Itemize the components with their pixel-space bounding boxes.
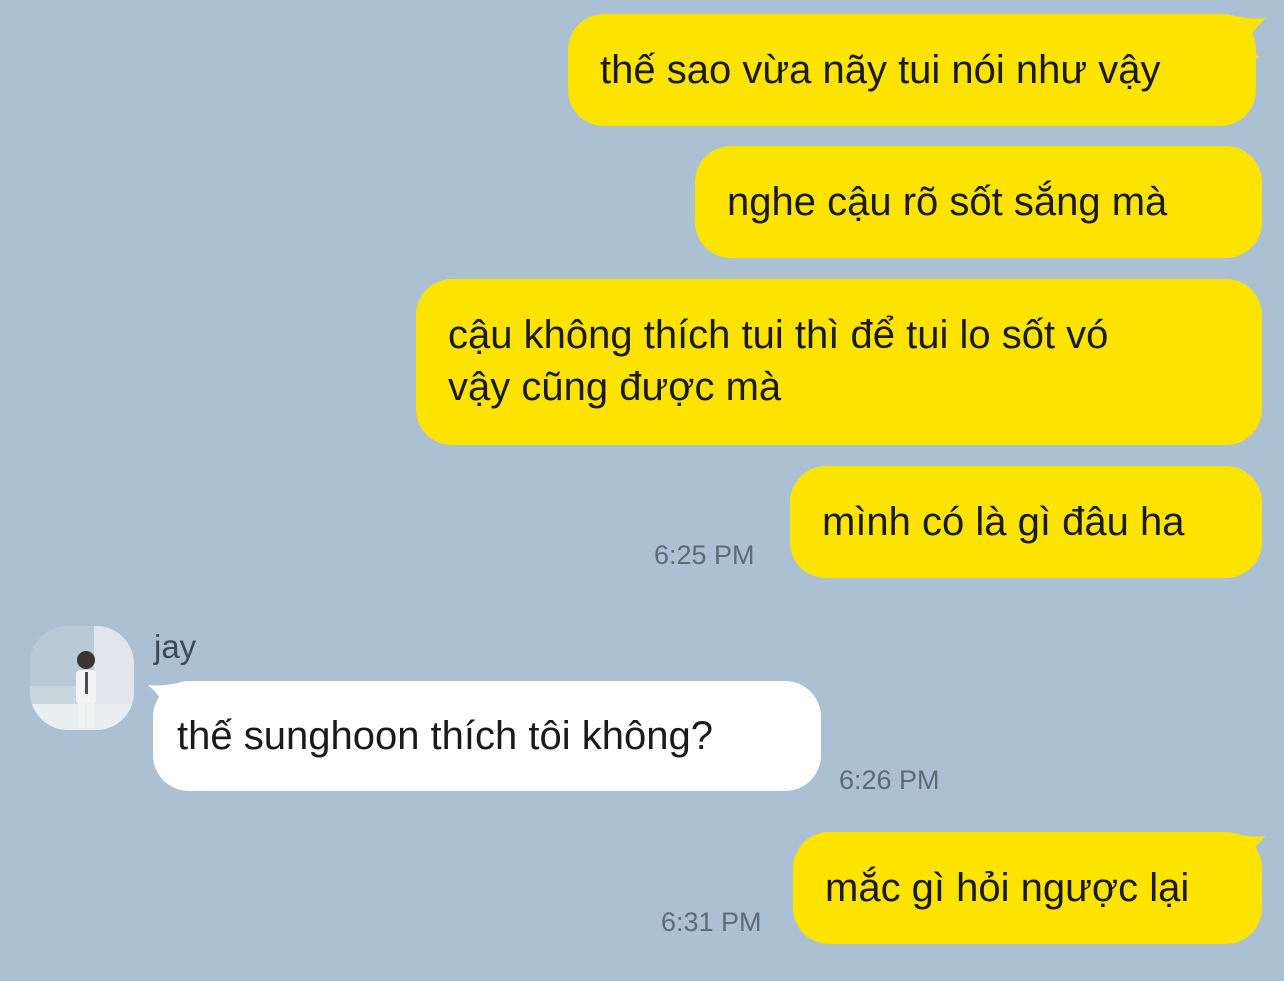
- profile-photo-avatar[interactable]: [30, 626, 134, 730]
- sender-name: jay: [154, 628, 197, 665]
- message-text-line: vậy cũng được mà: [448, 365, 782, 409]
- message-bubble-outgoing[interactable]: thế sao vừa nãy tui nói như vậy: [568, 14, 1256, 126]
- message-text: mình có là gì đâu ha: [822, 500, 1185, 544]
- message-timestamp: 6:31 PM: [661, 907, 762, 937]
- message-bubble-outgoing[interactable]: mình có là gì đâu ha: [790, 466, 1262, 578]
- message-bubble-incoming[interactable]: thế sunghoon thích tôi không?: [153, 681, 821, 791]
- message-bubble-outgoing[interactable]: nghe cậu rõ sốt sắng mà: [695, 146, 1262, 258]
- message-text: nghe cậu rõ sốt sắng mà: [727, 180, 1168, 224]
- message-text: mắc gì hỏi ngược lại: [825, 866, 1190, 910]
- message-text-line: cậu không thích tui thì để tui lo sốt vó: [448, 313, 1109, 357]
- message-timestamp: 6:26 PM: [839, 765, 940, 795]
- message-bubble-outgoing[interactable]: cậu không thích tui thì để tui lo sốt vó…: [416, 279, 1262, 445]
- message-text: thế sunghoon thích tôi không?: [177, 714, 713, 758]
- message-timestamp: 6:25 PM: [654, 540, 755, 570]
- message-text: thế sao vừa nãy tui nói như vậy: [600, 48, 1161, 92]
- message-bubble-outgoing[interactable]: mắc gì hỏi ngược lại: [793, 832, 1262, 944]
